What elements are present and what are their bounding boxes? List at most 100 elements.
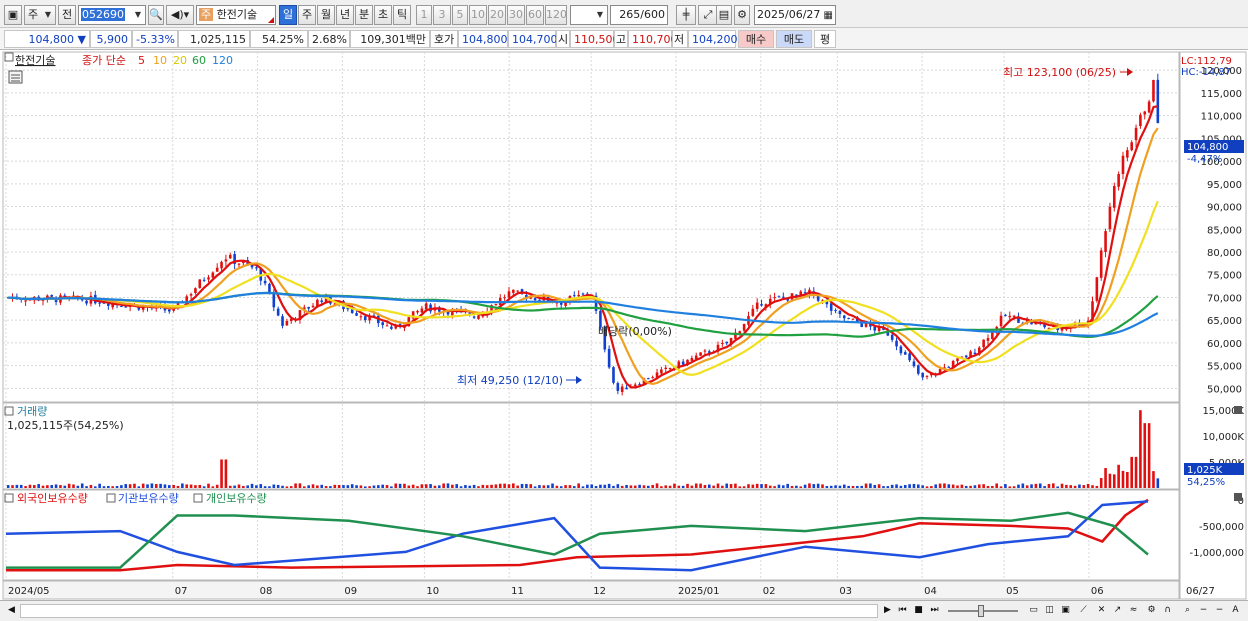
scroll-left-icon[interactable]: ◀: [4, 603, 19, 618]
interval-button[interactable]: 30: [507, 5, 525, 25]
volume-bar: [1117, 464, 1120, 488]
candle-body: [1004, 314, 1007, 317]
volume-bar: [451, 484, 454, 488]
interval-button[interactable]: 60: [526, 5, 544, 25]
volume-bar: [403, 483, 406, 488]
gear-tool-icon[interactable]: ⚙: [1144, 603, 1159, 618]
rewind-icon[interactable]: ⏮: [895, 603, 910, 618]
scroll-right-icon[interactable]: ▶: [880, 603, 895, 618]
font-size-icon[interactable]: A: [1228, 603, 1243, 618]
stock-name-field[interactable]: 주 한전기술: [196, 5, 276, 25]
market-mode-dropdown[interactable]: 주 ▼: [24, 5, 56, 25]
data-count-field[interactable]: 265/600: [610, 5, 668, 25]
candle-body: [725, 341, 729, 344]
period-button[interactable]: 주: [298, 5, 316, 25]
period-button[interactable]: 분: [355, 5, 373, 25]
zoom-out-icon[interactable]: −: [1196, 603, 1211, 618]
magnet-icon[interactable]: ∩: [1160, 603, 1175, 618]
volume-bar: [355, 485, 358, 488]
x-axis-label: 07: [175, 586, 188, 597]
period-button[interactable]: 일: [279, 5, 297, 25]
prev-button[interactable]: 전: [58, 5, 76, 25]
interval-button[interactable]: 3: [433, 5, 451, 25]
volume-bar: [525, 483, 528, 488]
search-icon[interactable]: ⌕: [1180, 603, 1195, 618]
split-icon[interactable]: ◫: [1042, 603, 1057, 618]
wave-tool-icon[interactable]: ≈: [1126, 603, 1141, 618]
volume-bar: [821, 484, 824, 488]
line-tool-icon[interactable]: ⟋: [1076, 603, 1091, 618]
stock-code-input[interactable]: 052690 ▼: [78, 5, 146, 25]
volume-bar: [1086, 483, 1090, 488]
volume-bar: [294, 483, 297, 488]
candle-body: [272, 293, 276, 308]
volume-bar: [969, 485, 972, 488]
close-panel-icon[interactable]: [1234, 406, 1242, 414]
x-axis-label: 09: [344, 586, 357, 597]
fast-forward-icon[interactable]: ⏭: [927, 603, 942, 618]
period-button[interactable]: 년: [336, 5, 354, 25]
volume-bar: [903, 484, 907, 488]
chart-area[interactable]: 120,000 115,000 110,000 105,000 100,000 95,00…: [0, 50, 1248, 600]
candle-body: [255, 267, 258, 269]
volume-bar: [385, 485, 389, 488]
dividend-marker: 배당락(0,00%): [598, 325, 672, 338]
volume-bar: [899, 485, 903, 488]
scrollbar-track[interactable]: [20, 604, 878, 618]
period-button[interactable]: 틱: [393, 5, 411, 25]
volume-bar: [250, 483, 254, 488]
candle-body: [982, 339, 985, 348]
cross-tool-icon[interactable]: ✕: [1094, 603, 1109, 618]
volume-bar: [172, 484, 175, 488]
trend-tool-icon[interactable]: ↗: [1110, 603, 1125, 618]
volume-bar: [1095, 485, 1099, 488]
save-image-icon[interactable]: ▣: [1058, 603, 1073, 618]
volume-bar: [67, 483, 71, 488]
sell-button[interactable]: 매도: [776, 30, 812, 48]
layout-icon[interactable]: ▭: [1026, 603, 1041, 618]
volume-bar: [1030, 484, 1033, 488]
last-price-pct: -4,47%: [1187, 154, 1222, 165]
volume-bar: [790, 485, 794, 488]
volume-bar: [1008, 486, 1012, 488]
legend-stock-name[interactable]: 한전기술: [15, 54, 55, 67]
volume-readout: 1,025,115주(54,25%): [7, 419, 124, 432]
stock-chart[interactable]: 120,000115,000110,000105,000100,00095,00…: [0, 50, 1248, 600]
close-panel-icon[interactable]: [1234, 493, 1242, 501]
date-input[interactable]: 2025/06/27 ▦: [754, 5, 836, 25]
drawing-tool-icon[interactable]: ⤢: [698, 5, 718, 25]
down-arrow-icon: ▼: [77, 33, 86, 46]
zoom-slider-thumb[interactable]: [978, 605, 984, 617]
search-icon[interactable]: 🔍: [148, 5, 164, 25]
interval-button[interactable]: 5: [452, 5, 468, 25]
period-button[interactable]: 초: [374, 5, 392, 25]
candle-type-icon[interactable]: ╪: [676, 5, 696, 25]
volume-bar: [1156, 478, 1160, 488]
interval-button[interactable]: 20: [488, 5, 506, 25]
candle-body: [1095, 277, 1099, 301]
ask-price: 104,800: [458, 30, 508, 48]
zoom-in-icon[interactable]: −: [1212, 603, 1227, 618]
volume-bar: [1025, 485, 1029, 488]
candle-body: [838, 310, 842, 315]
volume-bar: [472, 484, 476, 488]
volume-bar: [237, 484, 241, 488]
interval-button[interactable]: 120: [545, 5, 567, 25]
volume-value: 1,025,115: [178, 30, 250, 48]
gear-icon[interactable]: ⚙: [734, 5, 750, 25]
avg-button[interactable]: 평: [814, 30, 836, 48]
speaker-icon[interactable]: ◀)▾: [166, 5, 194, 25]
window-menu-icon[interactable]: ▣: [4, 5, 22, 25]
volume-bar: [1112, 474, 1116, 488]
interval-button[interactable]: 1: [416, 5, 432, 25]
stop-icon[interactable]: ■: [911, 603, 926, 618]
volume-bar: [107, 485, 110, 488]
interval-dropdown[interactable]: ▼: [570, 5, 608, 25]
buy-button[interactable]: 매수: [738, 30, 774, 48]
interval-button[interactable]: 10: [469, 5, 487, 25]
save-icon[interactable]: ▤: [716, 5, 732, 25]
period-button[interactable]: 월: [317, 5, 335, 25]
volume-bar: [46, 485, 49, 488]
volume-bar: [977, 484, 981, 488]
candle-body: [512, 289, 515, 293]
